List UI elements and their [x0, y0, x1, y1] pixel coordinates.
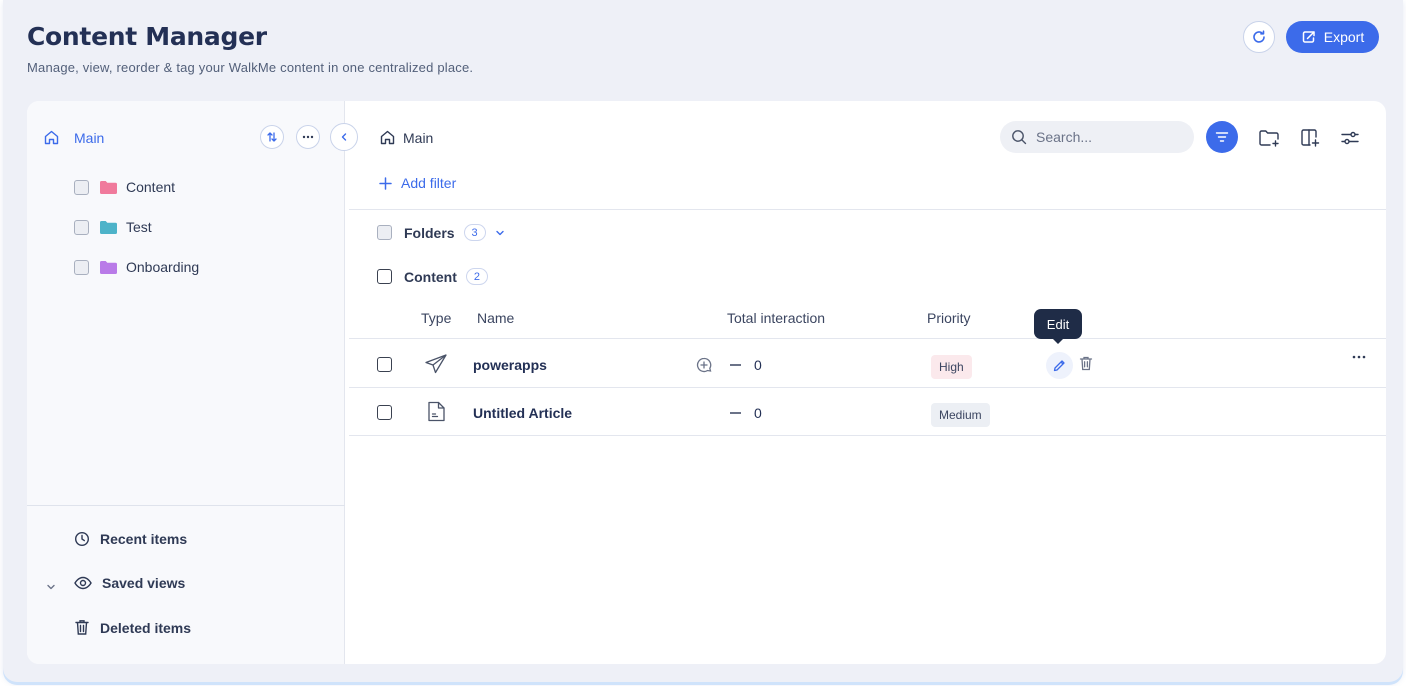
- folder-label: Content: [126, 179, 176, 195]
- divider: [349, 387, 1386, 388]
- trend-dash: [730, 412, 741, 414]
- new-content-button[interactable]: [1299, 127, 1321, 149]
- sliders-icon: [1341, 131, 1359, 145]
- row-interaction: 0: [754, 357, 762, 373]
- folder-sidebar: Main Content Test Onboarding Recent item…: [27, 101, 345, 664]
- export-label: Export: [1323, 29, 1365, 45]
- add-filter-label: Add filter: [401, 175, 457, 191]
- eye-icon: [74, 576, 92, 590]
- pencil-icon: [1053, 360, 1065, 372]
- page-title: Content Manager: [27, 22, 267, 51]
- column-header-priority[interactable]: Priority: [927, 310, 971, 326]
- recent-items-label: Recent items: [100, 531, 188, 547]
- folders-count-badge: 3: [463, 224, 486, 241]
- breadcrumb[interactable]: Main: [403, 130, 433, 146]
- row-more-button[interactable]: [1352, 355, 1366, 359]
- saved-views-label: Saved views: [102, 575, 186, 591]
- row-interaction: 0: [754, 405, 762, 421]
- edit-tooltip: Edit: [1034, 309, 1082, 344]
- row-checkbox[interactable]: [377, 405, 392, 420]
- chevron-down-icon[interactable]: [495, 228, 505, 238]
- ellipsis-icon: [302, 135, 314, 139]
- comment-plus-icon[interactable]: [696, 357, 712, 373]
- folder-icon: [100, 220, 117, 234]
- folder-checkbox[interactable]: [74, 259, 89, 275]
- folder-checkbox[interactable]: [74, 219, 89, 235]
- folder-checkbox[interactable]: [74, 179, 89, 195]
- content-group[interactable]: Content 2: [377, 268, 488, 285]
- search-icon: [1012, 130, 1027, 145]
- plus-icon: [379, 176, 392, 190]
- search-input[interactable]: [1036, 129, 1186, 145]
- search-box[interactable]: [1000, 121, 1194, 153]
- sidebar-folder-content[interactable]: Content: [74, 177, 175, 197]
- home-icon: [43, 129, 60, 146]
- sidebar-deleted-items[interactable]: Deleted items: [74, 619, 191, 636]
- column-header-total-interaction[interactable]: Total interaction: [727, 310, 825, 326]
- sidebar-saved-views[interactable]: Saved views: [74, 575, 185, 591]
- refresh-button[interactable]: [1243, 21, 1275, 53]
- divider: [349, 435, 1386, 436]
- sidebar-root-main[interactable]: Main: [74, 130, 104, 146]
- chevron-left-icon: [341, 133, 347, 141]
- filter-button[interactable]: [1206, 121, 1238, 153]
- content-count-badge: 2: [465, 268, 488, 285]
- sidebar-more-button[interactable]: [296, 125, 320, 149]
- export-icon: [1302, 31, 1315, 43]
- folders-group-label: Folders: [404, 224, 455, 241]
- collapse-sidebar-button[interactable]: [330, 123, 358, 151]
- display-settings-button[interactable]: [1339, 127, 1361, 149]
- content-group-checkbox[interactable]: [377, 269, 392, 284]
- sidebar-folder-test[interactable]: Test: [74, 217, 152, 237]
- folder-label: Onboarding: [126, 259, 200, 275]
- folders-group-checkbox[interactable]: [377, 225, 392, 240]
- divider: [349, 209, 1386, 210]
- page-subtitle: Manage, view, reorder & tag your WalkMe …: [27, 60, 474, 75]
- divider: [349, 338, 1386, 339]
- export-button[interactable]: Export: [1286, 21, 1379, 53]
- row-name[interactable]: Untitled Article: [473, 405, 572, 421]
- folder-plus-icon: [1258, 129, 1279, 147]
- clock-icon: [74, 531, 90, 547]
- column-header-name[interactable]: Name: [477, 310, 514, 326]
- home-icon: [379, 129, 396, 146]
- folder-label: Test: [126, 219, 152, 235]
- sidebar-folder-onboarding[interactable]: Onboarding: [74, 257, 199, 277]
- ellipsis-icon: [1352, 355, 1366, 359]
- refresh-icon: [1253, 30, 1265, 43]
- app-frame: Content Manager Manage, view, reorder & …: [3, 0, 1403, 682]
- layout-plus-icon: [1300, 129, 1319, 147]
- priority-badge: High: [931, 355, 972, 379]
- paper-plane-icon: [425, 354, 447, 379]
- column-header-type[interactable]: Type: [421, 310, 451, 326]
- folder-icon: [100, 260, 117, 274]
- sort-button[interactable]: [260, 125, 284, 149]
- row-checkbox[interactable]: [377, 357, 392, 372]
- folders-group[interactable]: Folders 3: [377, 224, 505, 241]
- trend-dash: [730, 364, 741, 366]
- add-filter-button[interactable]: Add filter: [379, 175, 456, 191]
- sort-arrows-icon: [267, 132, 277, 142]
- chevron-down-icon[interactable]: [46, 579, 56, 597]
- row-name[interactable]: powerapps: [473, 357, 547, 373]
- filter-icon: [1215, 132, 1229, 142]
- content-group-label: Content: [404, 268, 457, 285]
- sidebar-divider: [27, 505, 345, 506]
- new-folder-button[interactable]: [1258, 127, 1280, 149]
- trash-icon: [75, 620, 89, 635]
- content-card: Main Content Test Onboarding Recent item…: [27, 101, 1386, 664]
- article-icon: [428, 401, 445, 427]
- edit-button[interactable]: [1046, 352, 1073, 379]
- delete-button[interactable]: [1079, 356, 1093, 371]
- deleted-items-label: Deleted items: [100, 619, 192, 636]
- priority-badge: Medium: [931, 403, 990, 427]
- trash-icon: [1079, 356, 1093, 371]
- folder-icon: [100, 180, 117, 194]
- sidebar-recent-items[interactable]: Recent items: [74, 531, 187, 547]
- main-panel: Main Search... Add filter Folders 3 Cont…: [346, 101, 1386, 664]
